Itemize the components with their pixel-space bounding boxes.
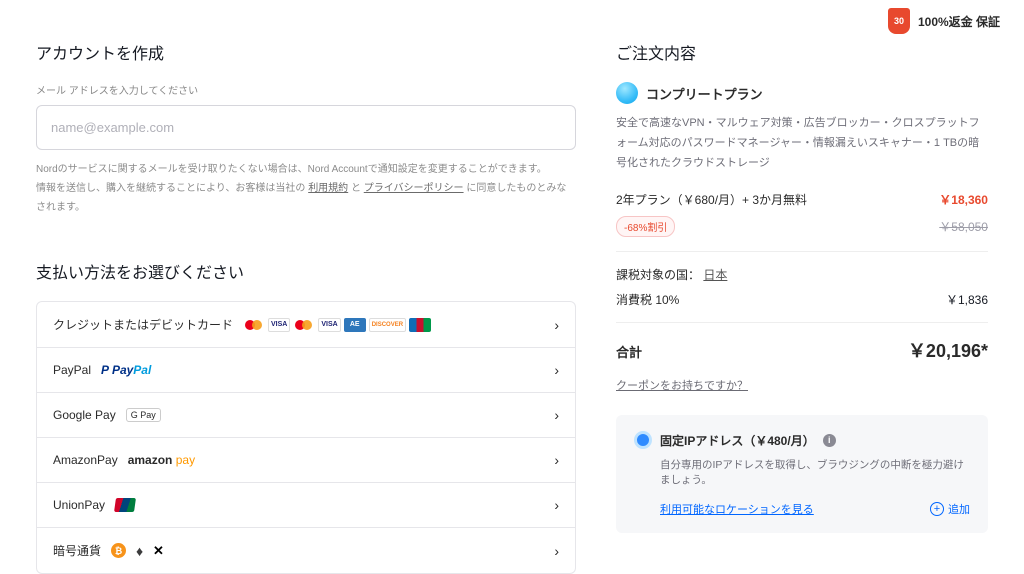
tax-country-label: 課税対象の国： [616, 268, 700, 282]
addon-locations-link[interactable]: 利用可能なロケーションを見る [660, 501, 814, 517]
addon-description: 自分専用のIPアドレスを取得し、ブラウジングの中断を極力避けましょう。 [660, 457, 970, 487]
googlepay-icon: G Pay [126, 408, 161, 422]
payment-methods-list: クレジットまたはデビットカード VISA VISA AE DISCOVER › [36, 301, 576, 574]
paypal-icon: P PayPal [101, 363, 151, 377]
payment-option-label: PayPal [53, 363, 91, 377]
price-original: ￥58,050 [939, 218, 988, 235]
amazonpay-icon: amazon pay [128, 453, 195, 467]
visa-icon: VISA [268, 318, 290, 332]
shield-icon: 30 [888, 8, 910, 34]
payment-option-label: AmazonPay [53, 453, 118, 467]
chevron-right-icon: › [554, 452, 559, 468]
addon-dedicated-ip: 固定IPアドレス（￥480/月） i 自分専用のIPアドレスを取得し、ブラウジン… [616, 415, 988, 533]
price-current: ￥18,360 [939, 191, 988, 208]
plus-icon: + [930, 502, 944, 516]
discount-badge: -68%割引 [616, 216, 675, 237]
addon-title: 固定IPアドレス（￥480/月） [660, 432, 815, 449]
chevron-right-icon: › [554, 362, 559, 378]
payment-option-amazonpay[interactable]: AmazonPay amazon pay › [37, 438, 575, 483]
discover-icon: DISCOVER [369, 318, 406, 332]
payment-option-card[interactable]: クレジットまたはデビットカード VISA VISA AE DISCOVER › [37, 302, 575, 348]
plan-term: 2年プラン（￥680/月）+ 3か月無料 [616, 191, 807, 208]
privacy-link[interactable]: プライバシーポリシー [364, 183, 464, 194]
jcb-icon [409, 318, 431, 332]
email-label: メール アドレスを入力してください [36, 82, 576, 97]
tax-amount: ￥1,836 [946, 291, 988, 308]
create-account-title: アカウントを作成 [36, 40, 576, 64]
plan-name: コンプリートプラン [646, 84, 763, 103]
mastercard-icon [243, 318, 265, 332]
order-summary-title: ご注文内容 [616, 40, 988, 64]
amex-icon: AE [344, 318, 366, 332]
money-back-guarantee: 30 100%返金 保証 [888, 8, 1000, 34]
payment-option-googlepay[interactable]: Google Pay G Pay › [37, 393, 575, 438]
visa-debit-icon: VISA [318, 318, 340, 332]
coupon-link[interactable]: クーポンをお持ちですか？ [616, 377, 748, 393]
payment-option-unionpay[interactable]: UnionPay › [37, 483, 575, 528]
plan-icon [616, 82, 638, 104]
disclaimer-text: Nordのサービスに関するメールを受け取りたくない場合は、Nord Accoun… [36, 160, 576, 217]
tax-label: 消費税 10% [616, 291, 679, 308]
guarantee-text: 100%返金 保証 [918, 13, 1000, 30]
addon-add-label: 追加 [948, 501, 970, 517]
terms-link[interactable]: 利用規約 [308, 183, 348, 194]
payment-option-label: クレジットまたはデビットカード [53, 316, 233, 333]
total-label: 合計 [616, 342, 642, 361]
payment-option-label: UnionPay [53, 498, 105, 512]
total-amount: ￥20,196* [908, 337, 988, 363]
pin-icon [634, 431, 652, 449]
payment-option-label: Google Pay [53, 408, 116, 422]
maestro-icon [293, 318, 315, 332]
unionpay-icon [114, 498, 136, 512]
chevron-right-icon: › [554, 497, 559, 513]
chevron-right-icon: › [554, 407, 559, 423]
payment-option-paypal[interactable]: PayPal P PayPal › [37, 348, 575, 393]
payment-method-title: 支払い方法をお選びください [36, 259, 576, 283]
plan-description: 安全で高速なVPN・マルウェア対策・広告ブロッカー・クロスプラットフォーム対応の… [616, 114, 988, 173]
chevron-right-icon: › [554, 317, 559, 333]
email-field[interactable] [36, 105, 576, 150]
tax-country-link[interactable]: 日本 [703, 268, 727, 282]
addon-add-button[interactable]: + 追加 [930, 501, 970, 517]
info-icon[interactable]: i [823, 434, 836, 447]
